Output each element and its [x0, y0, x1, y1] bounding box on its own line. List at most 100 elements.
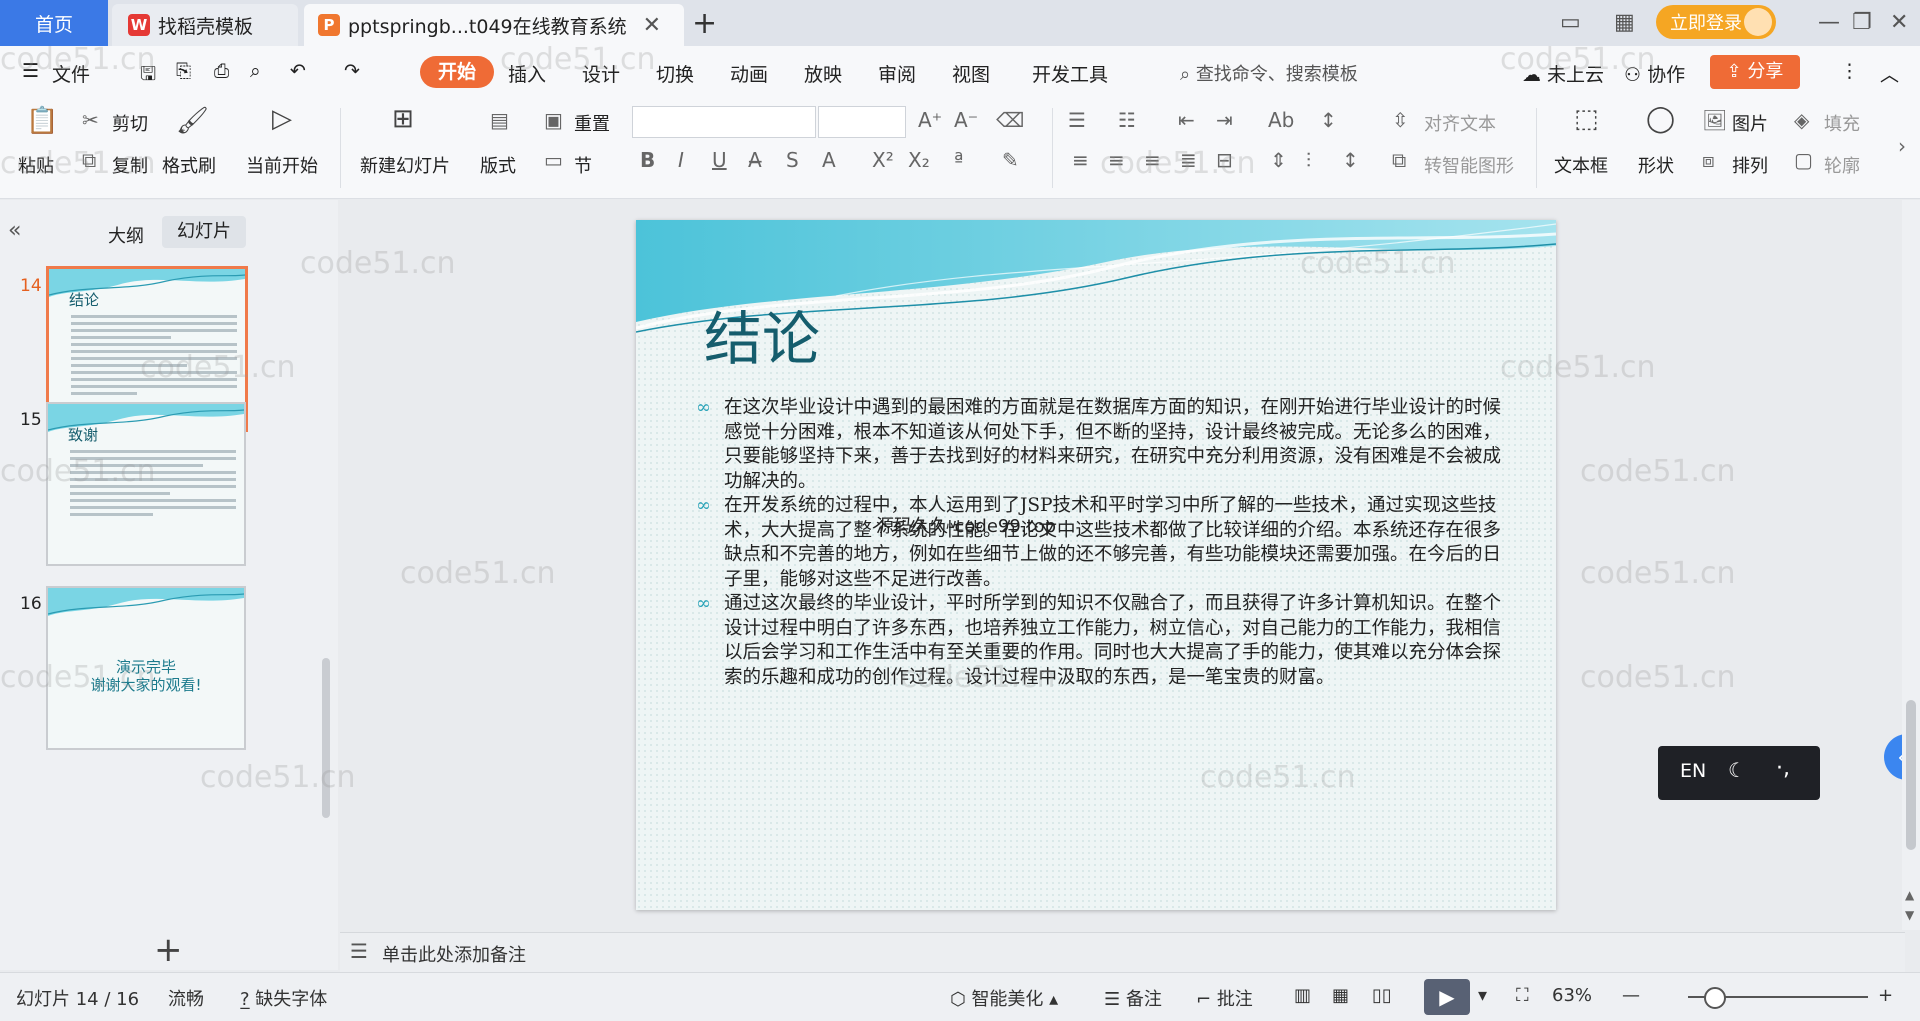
numbering-icon[interactable]: ☷: [1118, 108, 1136, 132]
moon-icon[interactable]: ☾: [1728, 758, 1746, 782]
slide-thumbnail-15[interactable]: 致谢: [46, 402, 246, 566]
paste-button[interactable]: 粘贴: [18, 152, 54, 178]
outline-icon[interactable]: ▢: [1794, 148, 1813, 172]
hamburger-icon[interactable]: ☰: [22, 60, 39, 82]
layout-button[interactable]: 版式: [480, 152, 516, 178]
menu-slideshow[interactable]: 放映: [804, 60, 842, 87]
picture-icon[interactable]: 🖼: [1702, 108, 1727, 132]
paragraph-spacing-icon[interactable]: ⇕: [1270, 148, 1287, 172]
new-tab-icon[interactable]: +: [692, 6, 717, 41]
play-from-current-icon[interactable]: ▷: [272, 104, 292, 134]
columns-icon[interactable]: ⫶: [1306, 148, 1311, 172]
tab-template-store[interactable]: W 找稻壳模板: [112, 4, 298, 46]
menu-start[interactable]: 开始: [420, 56, 494, 88]
subscript-icon[interactable]: X₂: [908, 148, 930, 172]
copy-icon[interactable]: ⧉: [82, 148, 96, 172]
phonetic-icon[interactable]: ª: [954, 148, 963, 172]
paste-icon[interactable]: 📋: [26, 106, 58, 136]
arrange-icon[interactable]: ⧈: [1702, 148, 1715, 172]
print-icon[interactable]: ⎙: [214, 60, 229, 82]
clear-format-icon[interactable]: ⌫: [996, 108, 1024, 132]
reset-button[interactable]: 重置: [574, 110, 610, 136]
fit-window-icon[interactable]: ⛶: [1516, 985, 1529, 1006]
window-layout-icon[interactable]: ▭: [1560, 10, 1581, 35]
tab-slides[interactable]: 幻灯片: [162, 216, 246, 248]
slide-thumbnail-16[interactable]: 演示完毕 谢谢大家的观看!: [46, 586, 246, 750]
export-pdf-icon[interactable]: ⎘: [176, 60, 191, 82]
minimize-icon[interactable]: —: [1818, 10, 1840, 35]
align-text-button[interactable]: 对齐文本: [1424, 110, 1496, 136]
missing-font-button[interactable]: ?̲ 缺失字体: [240, 985, 327, 1011]
zoom-out-icon[interactable]: —: [1622, 985, 1640, 1006]
section-icon[interactable]: ▭: [544, 148, 563, 172]
underline-icon[interactable]: U: [712, 148, 727, 172]
from-current-button[interactable]: 当前开始: [246, 152, 318, 178]
format-painter-icon[interactable]: 🖌: [176, 106, 209, 136]
textbox-icon[interactable]: ⬚: [1574, 104, 1599, 134]
bullet-item[interactable]: ∞ 通过这次最终的毕业设计，平时所学到的知识不仅融合了，而且获得了许多计算机知识…: [696, 592, 1516, 690]
vertical-scrollbar[interactable]: ▲ ▼: [1902, 200, 1920, 930]
smart-beautify-button[interactable]: ⬡ 智能美化 ▴: [950, 985, 1058, 1011]
format-painter-button[interactable]: 格式刷: [162, 152, 216, 178]
notes-toggle-button[interactable]: ☰ 备注: [1104, 985, 1162, 1011]
login-button[interactable]: 立即登录: [1656, 5, 1776, 39]
close-window-icon[interactable]: ✕: [1890, 10, 1908, 35]
spacing-icon[interactable]: ↕: [1342, 148, 1359, 172]
comments-button[interactable]: ⌐ 批注: [1196, 985, 1253, 1011]
outline-button[interactable]: 轮廓: [1824, 152, 1860, 178]
scroll-thumb[interactable]: [1906, 700, 1916, 850]
collapse-panel-icon[interactable]: «: [8, 218, 21, 243]
print-preview-icon[interactable]: ⌕: [250, 60, 261, 82]
line-spacing-icon[interactable]: ↕: [1320, 108, 1337, 132]
font-color-icon[interactable]: A: [822, 148, 836, 172]
italic-icon[interactable]: I: [678, 148, 684, 172]
strikethrough-icon[interactable]: A̶: [748, 148, 762, 172]
collaborate-button[interactable]: ⚇ 协作: [1624, 60, 1685, 87]
bullet-item[interactable]: ∞ 在这次毕业设计中遇到的最困难的方面就是在数据库方面的知识，在刚开始进行毕业设…: [696, 396, 1516, 494]
fill-button[interactable]: 填充: [1824, 110, 1860, 136]
zoom-level[interactable]: 63%: [1552, 985, 1592, 1006]
slide-14[interactable]: 结论 ∞ 在这次毕业设计中遇到的最困难的方面就是在数据库方面的知识，在刚开始进行…: [636, 220, 1556, 910]
menu-design[interactable]: 设计: [582, 60, 620, 87]
theme-name[interactable]: 流畅: [168, 985, 204, 1011]
close-tab-icon[interactable]: ✕: [643, 13, 661, 38]
tab-document[interactable]: P pptspringb...t049在线教育系统 ✕: [304, 4, 684, 46]
increase-indent-icon[interactable]: ⇥: [1216, 108, 1233, 132]
menu-animation[interactable]: 动画: [730, 60, 768, 87]
reading-view-icon[interactable]: ▯▯: [1372, 985, 1392, 1006]
align-left-icon[interactable]: ≡: [1072, 148, 1089, 172]
bullets-icon[interactable]: ☰: [1068, 108, 1086, 132]
textbox-button[interactable]: 文本框: [1554, 152, 1608, 178]
scroll-down-icon[interactable]: ▼: [1905, 908, 1914, 922]
play-slideshow-icon[interactable]: ▶: [1424, 979, 1470, 1015]
smart-graphic-icon[interactable]: ⧉: [1392, 148, 1406, 172]
reset-icon[interactable]: ▣: [544, 108, 563, 132]
smart-graphic-button[interactable]: 转智能图形: [1424, 152, 1514, 178]
menu-view[interactable]: 视图: [952, 60, 990, 87]
cut-button[interactable]: 剪切: [112, 110, 148, 136]
punctuation-icon[interactable]: ·,: [1776, 756, 1790, 781]
restore-icon[interactable]: ❐: [1852, 10, 1872, 35]
scroll-up-icon[interactable]: ▲: [1905, 888, 1914, 902]
decrease-indent-icon[interactable]: ⇤: [1178, 108, 1195, 132]
ime-language[interactable]: EN: [1680, 760, 1706, 782]
bullet-item[interactable]: ∞ 在开发系统的过程中，本人运用到了JSP技术和平时学习中所了解的一些技术，通过…: [696, 494, 1516, 592]
menu-transition[interactable]: 切换: [656, 60, 694, 87]
distribute-icon[interactable]: ⊟: [1216, 148, 1233, 172]
tab-outline[interactable]: 大纲: [108, 222, 144, 248]
align-right-icon[interactable]: ≡: [1144, 148, 1161, 172]
bold-icon[interactable]: B: [640, 148, 655, 172]
collapse-ribbon-icon[interactable]: ︿: [1880, 60, 1899, 87]
picture-button[interactable]: 图片: [1732, 110, 1768, 136]
zoom-slider-knob[interactable]: [1704, 987, 1726, 1009]
shape-button[interactable]: 形状: [1638, 152, 1674, 178]
add-slide-icon[interactable]: +: [154, 930, 183, 970]
more-icon[interactable]: ⋮: [1840, 60, 1859, 82]
new-slide-button[interactable]: 新建幻灯片: [360, 152, 450, 178]
redo-icon[interactable]: ↷: [344, 60, 360, 82]
slide-title[interactable]: 结论: [704, 292, 820, 376]
layout-icon[interactable]: ▤: [490, 108, 509, 132]
highlight-icon[interactable]: ✎: [1002, 148, 1019, 172]
notes-placeholder[interactable]: 单击此处添加备注: [382, 941, 526, 967]
decrease-font-icon[interactable]: A⁻: [954, 108, 978, 132]
